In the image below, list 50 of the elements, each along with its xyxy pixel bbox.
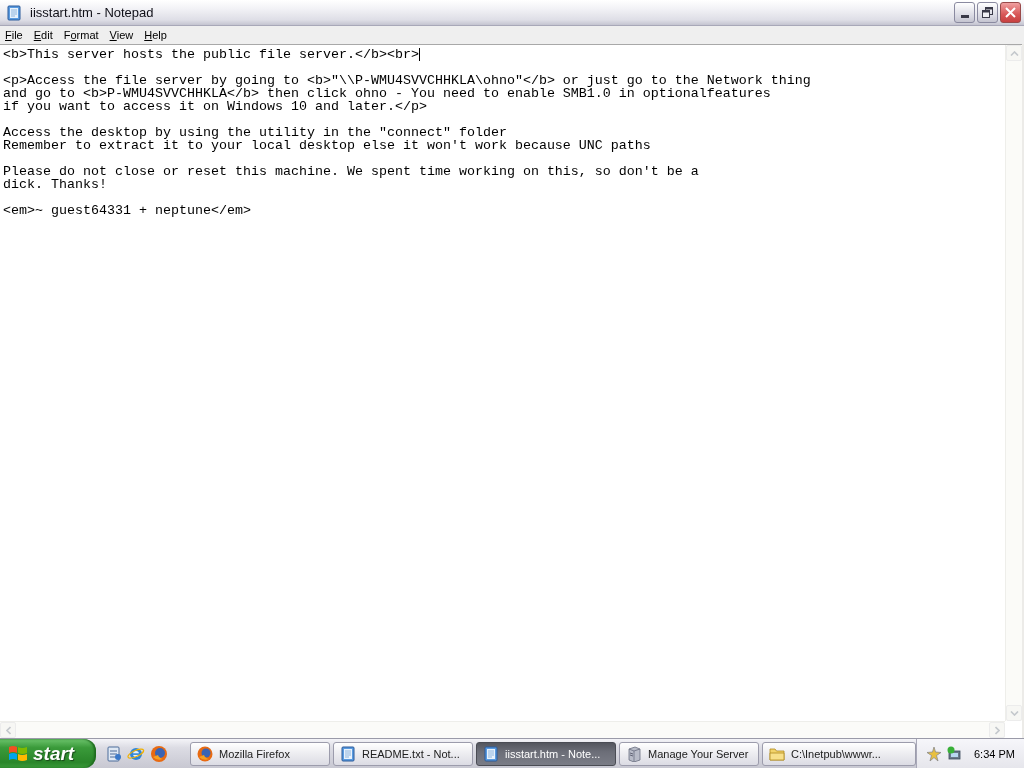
taskbar-button[interactable]: C:\Inetpub\wwwr... bbox=[762, 741, 916, 766]
text-line: Please do not close or reset this machine. We spent time working on this, so don't be a bbox=[3, 165, 699, 178]
chevron-right-icon bbox=[994, 725, 1000, 735]
text-line: dick. Thanks! bbox=[3, 178, 107, 191]
menu-item[interactable]: File bbox=[0, 28, 29, 42]
close-button[interactable] bbox=[1000, 2, 1021, 23]
text-line: <p>Access the file server by going to <b>"\\P-WMU4SVVCHHKLA\ohno"</b> or just go to the Network thing bbox=[3, 74, 811, 87]
star-icon[interactable] bbox=[926, 745, 942, 762]
horizontal-scrollbar[interactable] bbox=[0, 721, 1005, 738]
globe-icon[interactable] bbox=[150, 744, 168, 763]
windows-flag-icon bbox=[8, 744, 28, 763]
clock: 6:34 PM bbox=[974, 747, 1015, 760]
minimize-button[interactable] bbox=[954, 2, 975, 23]
taskbar-button[interactable]: Manage Your Server bbox=[619, 741, 759, 766]
scroll-down-button[interactable] bbox=[1006, 705, 1022, 721]
text-line: <b>This server hosts the public file server.</b><br> bbox=[3, 48, 419, 61]
globe-icon bbox=[197, 745, 213, 762]
menu-item[interactable]: Format bbox=[58, 28, 105, 42]
document-icon[interactable] bbox=[106, 745, 122, 762]
scroll-right-button[interactable] bbox=[989, 722, 1005, 738]
taskbar-button[interactable]: README.txt - Not... bbox=[333, 741, 473, 766]
server-icon bbox=[626, 745, 642, 762]
minimize-icon bbox=[960, 15, 969, 18]
window-title: iisstart.htm - Notepad bbox=[30, 5, 154, 20]
folder-icon bbox=[769, 746, 785, 761]
chevron-down-icon bbox=[1009, 710, 1019, 716]
close-icon bbox=[1005, 7, 1016, 18]
notepad-icon bbox=[483, 745, 499, 762]
text-line: <em>~ guest64331 + neptune</em> bbox=[3, 204, 251, 217]
scroll-up-button[interactable] bbox=[1006, 45, 1022, 61]
taskbar-button[interactable]: iisstart.htm - Note... bbox=[476, 741, 616, 766]
scroll-left-button[interactable] bbox=[0, 722, 16, 738]
notepad-icon bbox=[340, 745, 356, 762]
notepad-icon bbox=[6, 4, 22, 21]
restore-icon bbox=[982, 7, 993, 18]
monitor-icon[interactable] bbox=[946, 745, 962, 762]
start-button[interactable]: start bbox=[0, 739, 96, 768]
text-line: Access the desktop by using the utility in the "connect" folder bbox=[3, 126, 507, 139]
text-line: and go to <b>P-WMU4SVVCHHKLA</b> then click ohno - You need to enable SMB1.0 in optionalfeatures bbox=[3, 87, 771, 100]
text-line: Remember to extract it to your local desktop else it won't work because UNC paths bbox=[3, 139, 651, 152]
menu-item[interactable]: Edit bbox=[28, 28, 59, 42]
vertical-scrollbar[interactable] bbox=[1005, 45, 1022, 721]
text-line: if you want to access it on Windows 10 and later.</p> bbox=[3, 100, 427, 113]
menu-item[interactable]: View bbox=[104, 28, 140, 42]
taskbar-button[interactable]: Mozilla Firefox bbox=[190, 741, 330, 766]
menu-item[interactable]: Help bbox=[139, 28, 173, 42]
text-editor[interactable] bbox=[0, 44, 1022, 738]
restore-button[interactable] bbox=[977, 2, 998, 23]
chevron-up-icon bbox=[1009, 50, 1019, 56]
chevron-left-icon bbox=[5, 725, 11, 735]
